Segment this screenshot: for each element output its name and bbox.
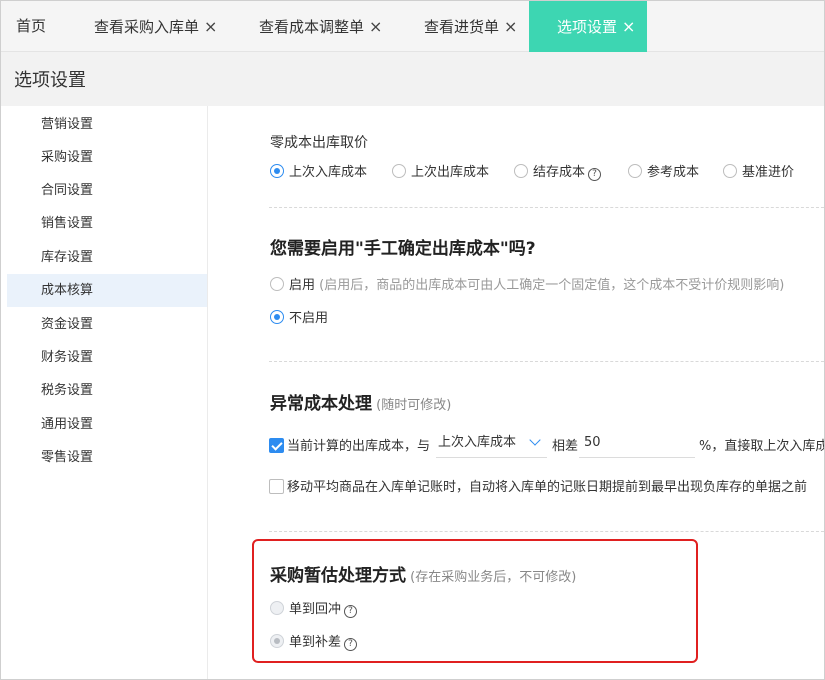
section-divider <box>269 207 824 208</box>
tab-view-cost-adjustment[interactable]: 查看成本调整单 × <box>259 1 382 52</box>
radio-icon[interactable] <box>270 277 284 291</box>
close-icon[interactable]: × <box>622 1 635 52</box>
checkbox-icon[interactable] <box>269 479 284 494</box>
sidebar-item-contract[interactable]: 合同设置 <box>7 174 207 207</box>
abnormal-cost-rule-row: 当前计算的出库成本，与 <box>269 435 430 454</box>
close-icon[interactable]: × <box>204 1 217 52</box>
tab-options-settings[interactable]: 选项设置 × <box>529 1 647 52</box>
rule-prefix: 当前计算的出库成本，与 <box>287 439 431 454</box>
cost-basis-select[interactable]: 上次入库成本 <box>436 428 547 458</box>
tab-label: 查看采购入库单 <box>94 18 200 36</box>
moving-average-label: 移动平均商品在入库单记账时，自动将入库单的记账日期提前到最早出现负库存的单据之前 <box>287 480 808 495</box>
zero-cost-option-last-out[interactable]: 上次出库成本 <box>392 161 489 180</box>
radio-icon[interactable] <box>723 164 737 178</box>
percentage-input[interactable]: 50 <box>579 428 695 458</box>
abnormal-cost-hint: (随时可修改) <box>376 398 452 413</box>
option-label: 启用 <box>289 278 316 293</box>
help-icon[interactable]: ? <box>588 168 602 181</box>
zero-cost-title: 零成本出库取价 <box>270 135 368 151</box>
tab-label: 查看成本调整单 <box>259 18 365 36</box>
sidebar-item-marketing[interactable]: 营销设置 <box>7 108 207 141</box>
zero-cost-option-base-price[interactable]: 基准进价 <box>723 161 794 180</box>
tab-label: 查看进货单 <box>424 18 500 36</box>
close-icon[interactable]: × <box>369 1 382 52</box>
moving-average-row: 移动平均商品在入库单记账时，自动将入库单的记账日期提前到最早出现负库存的单据之前 <box>269 476 807 495</box>
page-title: 选项设置 <box>14 70 86 91</box>
zero-cost-option-balance[interactable]: 结存成本? <box>514 161 602 181</box>
option-label: 基准进价 <box>742 165 795 180</box>
option-label: 不启用 <box>289 311 329 326</box>
section-divider <box>269 531 824 532</box>
abnormal-cost-heading: 异常成本处理 (随时可修改) <box>270 389 451 414</box>
option-label: 上次入库成本 <box>289 165 368 180</box>
sidebar-item-tax[interactable]: 税务设置 <box>7 374 207 407</box>
sidebar-item-inventory[interactable]: 库存设置 <box>7 241 207 274</box>
page-header: 选项设置 <box>1 52 824 106</box>
rule-suffix-label: %，直接取上次入库成 <box>699 439 825 454</box>
option-label: 参考成本 <box>647 165 700 180</box>
option-label: 上次出库成本 <box>411 165 490 180</box>
radio-icon[interactable] <box>392 164 406 178</box>
tab-view-purchase-receipt[interactable]: 查看采购入库单 × <box>94 1 217 52</box>
manual-cost-option-disable[interactable]: 不启用 <box>270 307 328 326</box>
sidebar-item-funds[interactable]: 资金设置 <box>7 308 207 341</box>
settings-sidebar: 营销设置 采购设置 合同设置 销售设置 库存设置 成本核算 资金设置 财务设置 … <box>1 106 208 679</box>
checkbox-checked-icon[interactable] <box>269 438 284 453</box>
option-label: 结存成本 <box>533 165 586 180</box>
tab-label: 选项设置 <box>557 18 618 36</box>
manual-cost-title: 您需要启用"手工确定出库成本"吗? <box>270 239 536 259</box>
zero-cost-option-reference[interactable]: 参考成本 <box>628 161 699 180</box>
enable-hint: (启用后，商品的出库成本可由人工确定一个固定值，这个成本不受计价规则影响) <box>319 278 785 293</box>
tab-bar: 首页 查看采购入库单 × 查看成本调整单 × 查看进货单 × 选项设置 × <box>1 1 824 52</box>
sidebar-item-purchase[interactable]: 采购设置 <box>7 141 207 174</box>
highlight-annotation-box <box>252 539 698 663</box>
radio-icon[interactable] <box>514 164 528 178</box>
abnormal-cost-title: 异常成本处理 <box>270 394 372 414</box>
sidebar-item-retail[interactable]: 零售设置 <box>7 441 207 474</box>
manual-cost-option-enable[interactable]: 启用 (启用后，商品的出库成本可由人工确定一个固定值，这个成本不受计价规则影响) <box>270 274 784 293</box>
radio-icon[interactable] <box>270 164 284 178</box>
tab-home[interactable]: 首页 <box>16 1 46 52</box>
chevron-down-icon <box>529 434 541 446</box>
sidebar-item-general[interactable]: 通用设置 <box>7 408 207 441</box>
app-window: 首页 查看采购入库单 × 查看成本调整单 × 查看进货单 × 选项设置 × 选项设置 营… <box>0 0 825 680</box>
sidebar-item-finance[interactable]: 财务设置 <box>7 341 207 374</box>
radio-icon[interactable] <box>628 164 642 178</box>
sidebar-item-cost-accounting[interactable]: 成本核算 <box>7 274 207 307</box>
cost-basis-value: 上次入库成本 <box>438 435 517 450</box>
tab-view-purchase-order[interactable]: 查看进货单 × <box>424 1 517 52</box>
tab-label: 首页 <box>16 17 47 35</box>
section-divider <box>269 361 824 362</box>
zero-cost-option-last-in[interactable]: 上次入库成本 <box>270 161 367 180</box>
close-icon[interactable]: × <box>504 1 517 52</box>
rule-mid-label: 相差 <box>552 439 579 454</box>
sidebar-item-sales[interactable]: 销售设置 <box>7 207 207 240</box>
radio-icon[interactable] <box>270 310 284 324</box>
